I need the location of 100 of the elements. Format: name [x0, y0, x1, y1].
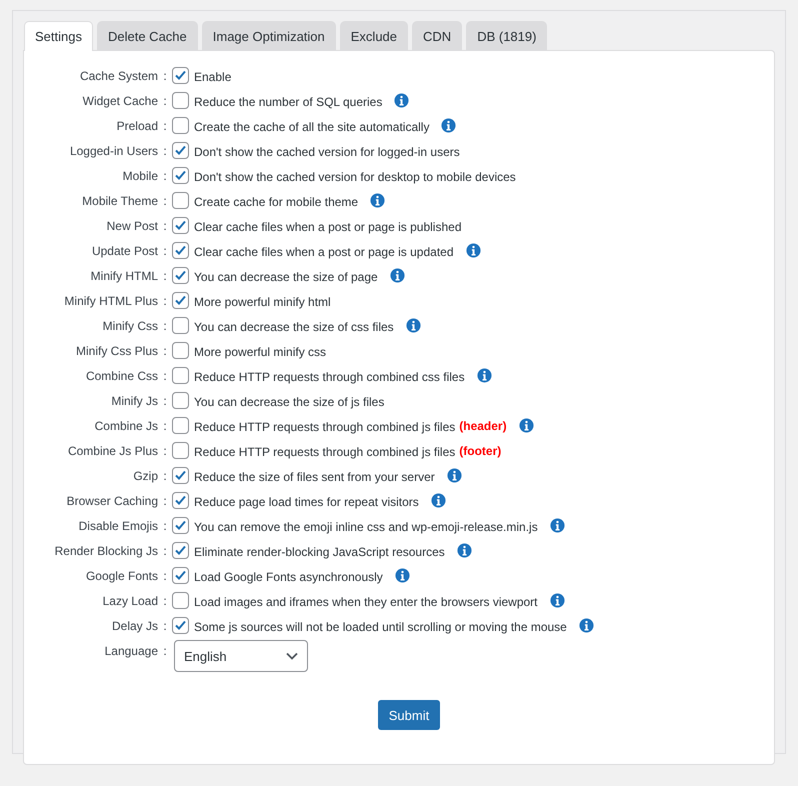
tab[interactable]: Image Optimization [202, 21, 336, 50]
setting-description: Reduce HTTP requests through combined js files [194, 444, 456, 458]
setting-description: You can decrease the size of js files [194, 394, 384, 408]
setting-description: Reduce page load times for repeat visitors [194, 494, 419, 508]
setting-description: Enable [194, 70, 232, 84]
label-colon: : [162, 244, 168, 258]
setting-description: More powerful minify html [194, 294, 331, 308]
info-icon[interactable] [456, 543, 472, 558]
setting-description: Load Google Fonts asynchronously [194, 570, 383, 584]
submit-button[interactable]: Submit [378, 700, 440, 730]
setting-label: Minify Css [102, 318, 158, 332]
checkbox[interactable] [172, 492, 189, 509]
setting-label: Cache System [78, 68, 158, 82]
setting-label: Logged-in Users [68, 144, 158, 158]
setting-label: Render Blocking Js [54, 544, 158, 558]
setting-label: New Post [106, 218, 158, 232]
setting-label: Mobile [122, 168, 158, 182]
info-icon[interactable] [390, 268, 405, 283]
label-colon: : [162, 518, 168, 532]
chevron-down-icon [286, 652, 298, 660]
setting-note: (footer) [459, 444, 502, 458]
label-colon: : [162, 294, 168, 308]
setting-description: Eliminate render-blocking JavaScript resources [194, 544, 445, 558]
setting-description: Reduce HTTP requests through combined js files [194, 420, 456, 434]
label-colon: : [162, 418, 168, 432]
info-icon[interactable] [430, 493, 446, 508]
info-icon[interactable] [466, 243, 480, 258]
checkbox[interactable] [172, 342, 189, 359]
setting-label: Minify Js [110, 394, 158, 408]
label-colon: : [162, 594, 168, 608]
info-icon[interactable] [441, 118, 456, 133]
info-icon[interactable] [370, 193, 386, 208]
checkbox[interactable] [172, 617, 189, 634]
info-icon[interactable] [394, 93, 410, 108]
checkbox[interactable] [172, 92, 189, 109]
checkbox[interactable] [172, 542, 189, 559]
label-colon: : [162, 144, 168, 158]
setting-description: Some js sources will not be loaded until scrolling or moving the mouse [194, 620, 567, 634]
checkbox[interactable] [172, 367, 189, 384]
setting-description: Clear cache files when a post or page is published [194, 220, 462, 234]
label-colon: : [162, 94, 168, 108]
checkbox[interactable] [172, 592, 189, 609]
setting-description: More powerful minify css [194, 344, 326, 358]
checkbox[interactable] [172, 517, 189, 534]
checkbox[interactable] [172, 417, 189, 434]
label-colon: : [162, 194, 168, 208]
setting-label: Gzip [132, 468, 158, 482]
checkbox[interactable] [172, 292, 189, 309]
checkbox[interactable] [172, 117, 189, 134]
label-colon: : [162, 494, 168, 508]
setting-description: Reduce HTTP requests through combined css files [194, 370, 465, 384]
language-dropdown[interactable]: English [174, 640, 308, 672]
setting-description: You can decrease the size of page [194, 270, 378, 284]
checkbox[interactable] [172, 217, 189, 234]
checkbox[interactable] [172, 317, 189, 334]
info-icon[interactable] [518, 418, 534, 433]
checkbox[interactable] [172, 267, 189, 284]
checkbox[interactable] [172, 467, 189, 484]
tab[interactable]: Exclude [340, 21, 408, 50]
label-colon: : [162, 618, 168, 632]
info-icon[interactable] [394, 568, 410, 583]
label-colon: : [162, 644, 168, 658]
checkbox[interactable] [172, 192, 189, 209]
label-colon: : [162, 168, 168, 182]
setting-description: Create cache for mobile theme [194, 194, 358, 208]
setting-label: Delay Js [110, 618, 158, 632]
setting-description: Clear cache files when a post or page is updated [194, 244, 454, 258]
setting-label: Preload [116, 118, 158, 132]
info-icon[interactable] [550, 593, 565, 608]
checkbox[interactable] [172, 242, 189, 259]
info-icon[interactable] [446, 468, 462, 483]
info-icon[interactable] [578, 618, 594, 633]
setting-description: You can remove the emoji inline css and wp-emoji-release.min.js [194, 520, 538, 534]
checkbox[interactable] [172, 442, 189, 459]
setting-description: You can decrease the size of css files [194, 320, 394, 334]
setting-label: Disable Emojis [78, 518, 158, 532]
tab[interactable]: CDN [412, 21, 462, 50]
label-colon: : [162, 118, 168, 132]
setting-description: Don't show the cached version for desktop to mobile devices [194, 170, 516, 184]
setting-label: Minify HTML [90, 268, 158, 282]
checkbox[interactable] [172, 167, 189, 184]
checkbox[interactable] [172, 67, 189, 84]
info-icon[interactable] [476, 368, 492, 383]
tab[interactable]: Delete Cache [96, 21, 198, 50]
setting-label: Mobile Theme [81, 194, 158, 208]
setting-label: Combine Js [94, 418, 158, 432]
info-icon[interactable] [406, 318, 421, 333]
label-colon: : [162, 394, 168, 408]
setting-description: Reduce the size of files sent from your server [194, 470, 435, 484]
setting-label: Google Fonts [84, 568, 158, 582]
checkbox[interactable] [172, 142, 189, 159]
tab[interactable]: DB (1819) [466, 21, 548, 50]
setting-label: Minify Css Plus [74, 344, 158, 358]
info-icon[interactable] [550, 518, 565, 533]
setting-label: Update Post [90, 244, 158, 258]
checkbox[interactable] [172, 567, 189, 584]
setting-label: Lazy Load [102, 594, 158, 608]
tab[interactable]: Settings [24, 21, 93, 51]
checkbox[interactable] [172, 392, 189, 409]
label-colon: : [162, 268, 168, 282]
